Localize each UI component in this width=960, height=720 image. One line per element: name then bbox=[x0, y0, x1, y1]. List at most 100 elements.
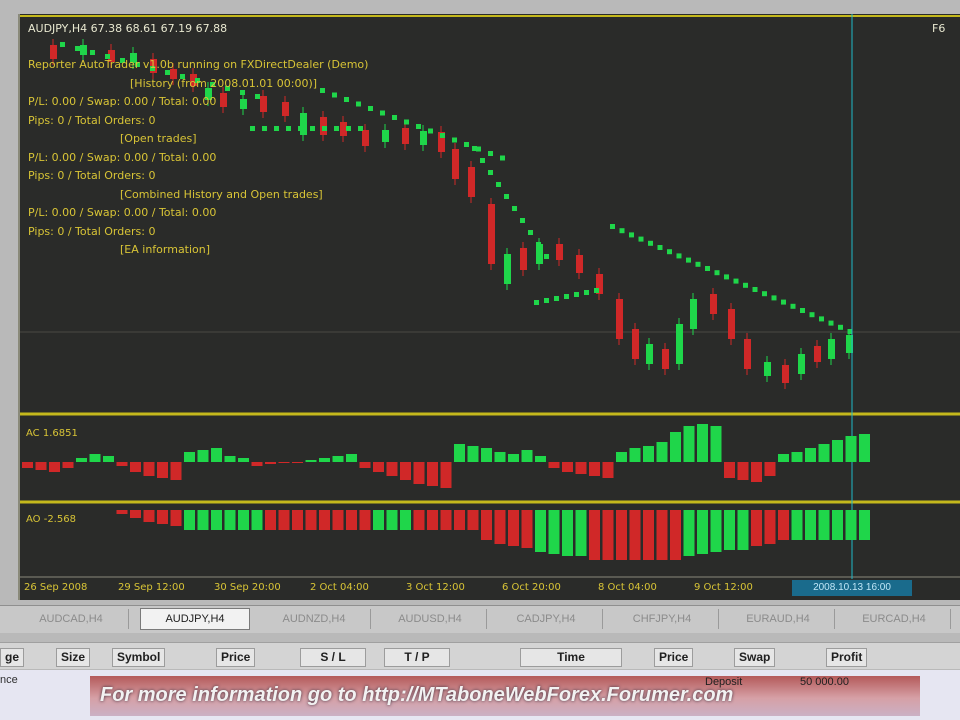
sar-dot bbox=[828, 320, 834, 326]
sar-dot bbox=[496, 182, 501, 187]
sar-dot bbox=[528, 230, 533, 235]
sar-dot bbox=[488, 151, 493, 156]
ac-bar bbox=[116, 462, 128, 466]
candle-body bbox=[646, 344, 653, 364]
candle-body bbox=[576, 255, 583, 273]
column-header-take-profit[interactable]: T / P bbox=[384, 648, 450, 667]
report-line: [Combined History and Open trades] bbox=[120, 187, 323, 201]
ao-indicator-label: AO -2.568 bbox=[26, 514, 76, 525]
sar-dot bbox=[838, 324, 843, 330]
ao-bar bbox=[386, 510, 398, 530]
ao-bar bbox=[305, 510, 317, 530]
sar-dot bbox=[733, 278, 739, 284]
ao-bar bbox=[778, 510, 789, 540]
candle-body bbox=[616, 299, 623, 339]
ac-bar bbox=[427, 462, 438, 486]
time-tick: 26 Sep 2008 bbox=[24, 582, 88, 593]
ac-bar bbox=[386, 462, 398, 476]
column-header-price[interactable]: Price bbox=[216, 648, 256, 667]
ao-bar bbox=[197, 510, 209, 530]
ac-bar bbox=[656, 442, 668, 462]
sar-dot bbox=[368, 106, 373, 111]
ao-bar bbox=[359, 510, 371, 530]
ac-bar bbox=[548, 462, 560, 468]
chart-window[interactable]: AUDJPY,H4 67.38 68.61 67.19 67.88 F6 Rep… bbox=[18, 14, 960, 600]
candle-body bbox=[468, 167, 475, 197]
ao-bar bbox=[697, 510, 708, 554]
column-header-profit[interactable]: Profit bbox=[826, 648, 868, 667]
ac-bar bbox=[818, 444, 830, 462]
report-line: Reporter AutoTrader v1.0b running on FXD… bbox=[28, 58, 369, 71]
sar-dot bbox=[800, 308, 805, 313]
sar-dot bbox=[584, 290, 589, 295]
sar-dot bbox=[695, 261, 701, 267]
candle-body bbox=[676, 324, 683, 364]
sar-dot bbox=[686, 257, 691, 263]
ac-bar bbox=[400, 462, 411, 480]
candle-body bbox=[744, 339, 751, 369]
sar-dot bbox=[332, 92, 337, 98]
sar-dot bbox=[344, 97, 349, 102]
ao-bar bbox=[157, 510, 168, 524]
ao-bar bbox=[251, 510, 263, 530]
candle-body bbox=[690, 299, 697, 329]
ac-bar bbox=[319, 458, 330, 462]
sar-dot bbox=[334, 126, 339, 131]
column-header-type[interactable]: ge bbox=[0, 648, 25, 667]
column-header-close-price[interactable]: Price bbox=[654, 648, 694, 667]
ac-bar bbox=[265, 462, 276, 464]
ao-bar bbox=[238, 510, 249, 530]
ac-bar bbox=[629, 448, 641, 462]
ao-bar bbox=[643, 510, 654, 560]
sar-dot bbox=[452, 137, 457, 143]
ac-bar bbox=[859, 434, 870, 462]
tab-chfjpy[interactable]: CHFJPY,H4 bbox=[606, 609, 719, 629]
ao-bar bbox=[467, 510, 479, 530]
time-tick: 30 Sep 20:00 bbox=[214, 582, 281, 593]
ao-bar bbox=[400, 510, 411, 530]
ac-bar bbox=[62, 462, 74, 468]
tab-audcad[interactable]: AUDCAD,H4 bbox=[14, 609, 129, 629]
ao-bar bbox=[373, 510, 384, 530]
candle-body bbox=[556, 244, 563, 260]
ao-bar bbox=[224, 510, 236, 530]
sar-dot bbox=[648, 240, 653, 246]
ao-bar bbox=[845, 510, 857, 540]
ac-bar bbox=[170, 462, 182, 480]
tab-audnzd[interactable]: AUDNZD,H4 bbox=[258, 609, 371, 629]
tab-eurcad[interactable]: EURCAD,H4 bbox=[838, 609, 951, 629]
candle-body bbox=[50, 45, 57, 59]
time-axis: 26 Sep 2008 29 Sep 12:00 30 Sep 20:00 2 … bbox=[20, 579, 960, 599]
ac-bar bbox=[494, 452, 506, 462]
sar-dot bbox=[250, 126, 255, 131]
candle-body bbox=[798, 354, 805, 374]
sar-dot bbox=[392, 115, 397, 120]
ac-bar bbox=[508, 454, 519, 462]
column-header-swap[interactable]: Swap bbox=[734, 648, 776, 667]
sar-dot bbox=[536, 242, 541, 247]
column-header-size[interactable]: Size bbox=[56, 648, 91, 667]
column-header-time[interactable]: Time bbox=[520, 648, 622, 667]
sar-dot bbox=[594, 288, 599, 293]
sar-dot bbox=[90, 50, 95, 55]
tab-cadjpy[interactable]: CADJPY,H4 bbox=[490, 609, 603, 629]
tab-audjpy[interactable]: AUDJPY,H4 bbox=[140, 608, 250, 630]
ac-bar bbox=[305, 460, 317, 462]
sar-dot bbox=[428, 128, 433, 134]
sar-dot bbox=[667, 249, 672, 255]
tab-audusd[interactable]: AUDUSD,H4 bbox=[374, 609, 487, 629]
column-header-symbol[interactable]: Symbol bbox=[112, 648, 166, 667]
deposit-value: 50 000.00 bbox=[800, 676, 849, 688]
tab-euraud[interactable]: EURAUD,H4 bbox=[722, 609, 835, 629]
ac-bar bbox=[805, 448, 816, 462]
balance-label: nce bbox=[0, 674, 18, 686]
time-tick: 3 Oct 12:00 bbox=[406, 582, 465, 593]
sar-dot bbox=[762, 291, 767, 297]
ac-bar bbox=[49, 462, 60, 472]
ac-bar bbox=[89, 454, 101, 462]
sar-dot bbox=[320, 88, 325, 93]
column-header-stop-loss[interactable]: S / L bbox=[300, 648, 366, 667]
sar-dot bbox=[274, 126, 279, 131]
ac-bar bbox=[589, 462, 600, 476]
ac-bar bbox=[724, 462, 735, 478]
